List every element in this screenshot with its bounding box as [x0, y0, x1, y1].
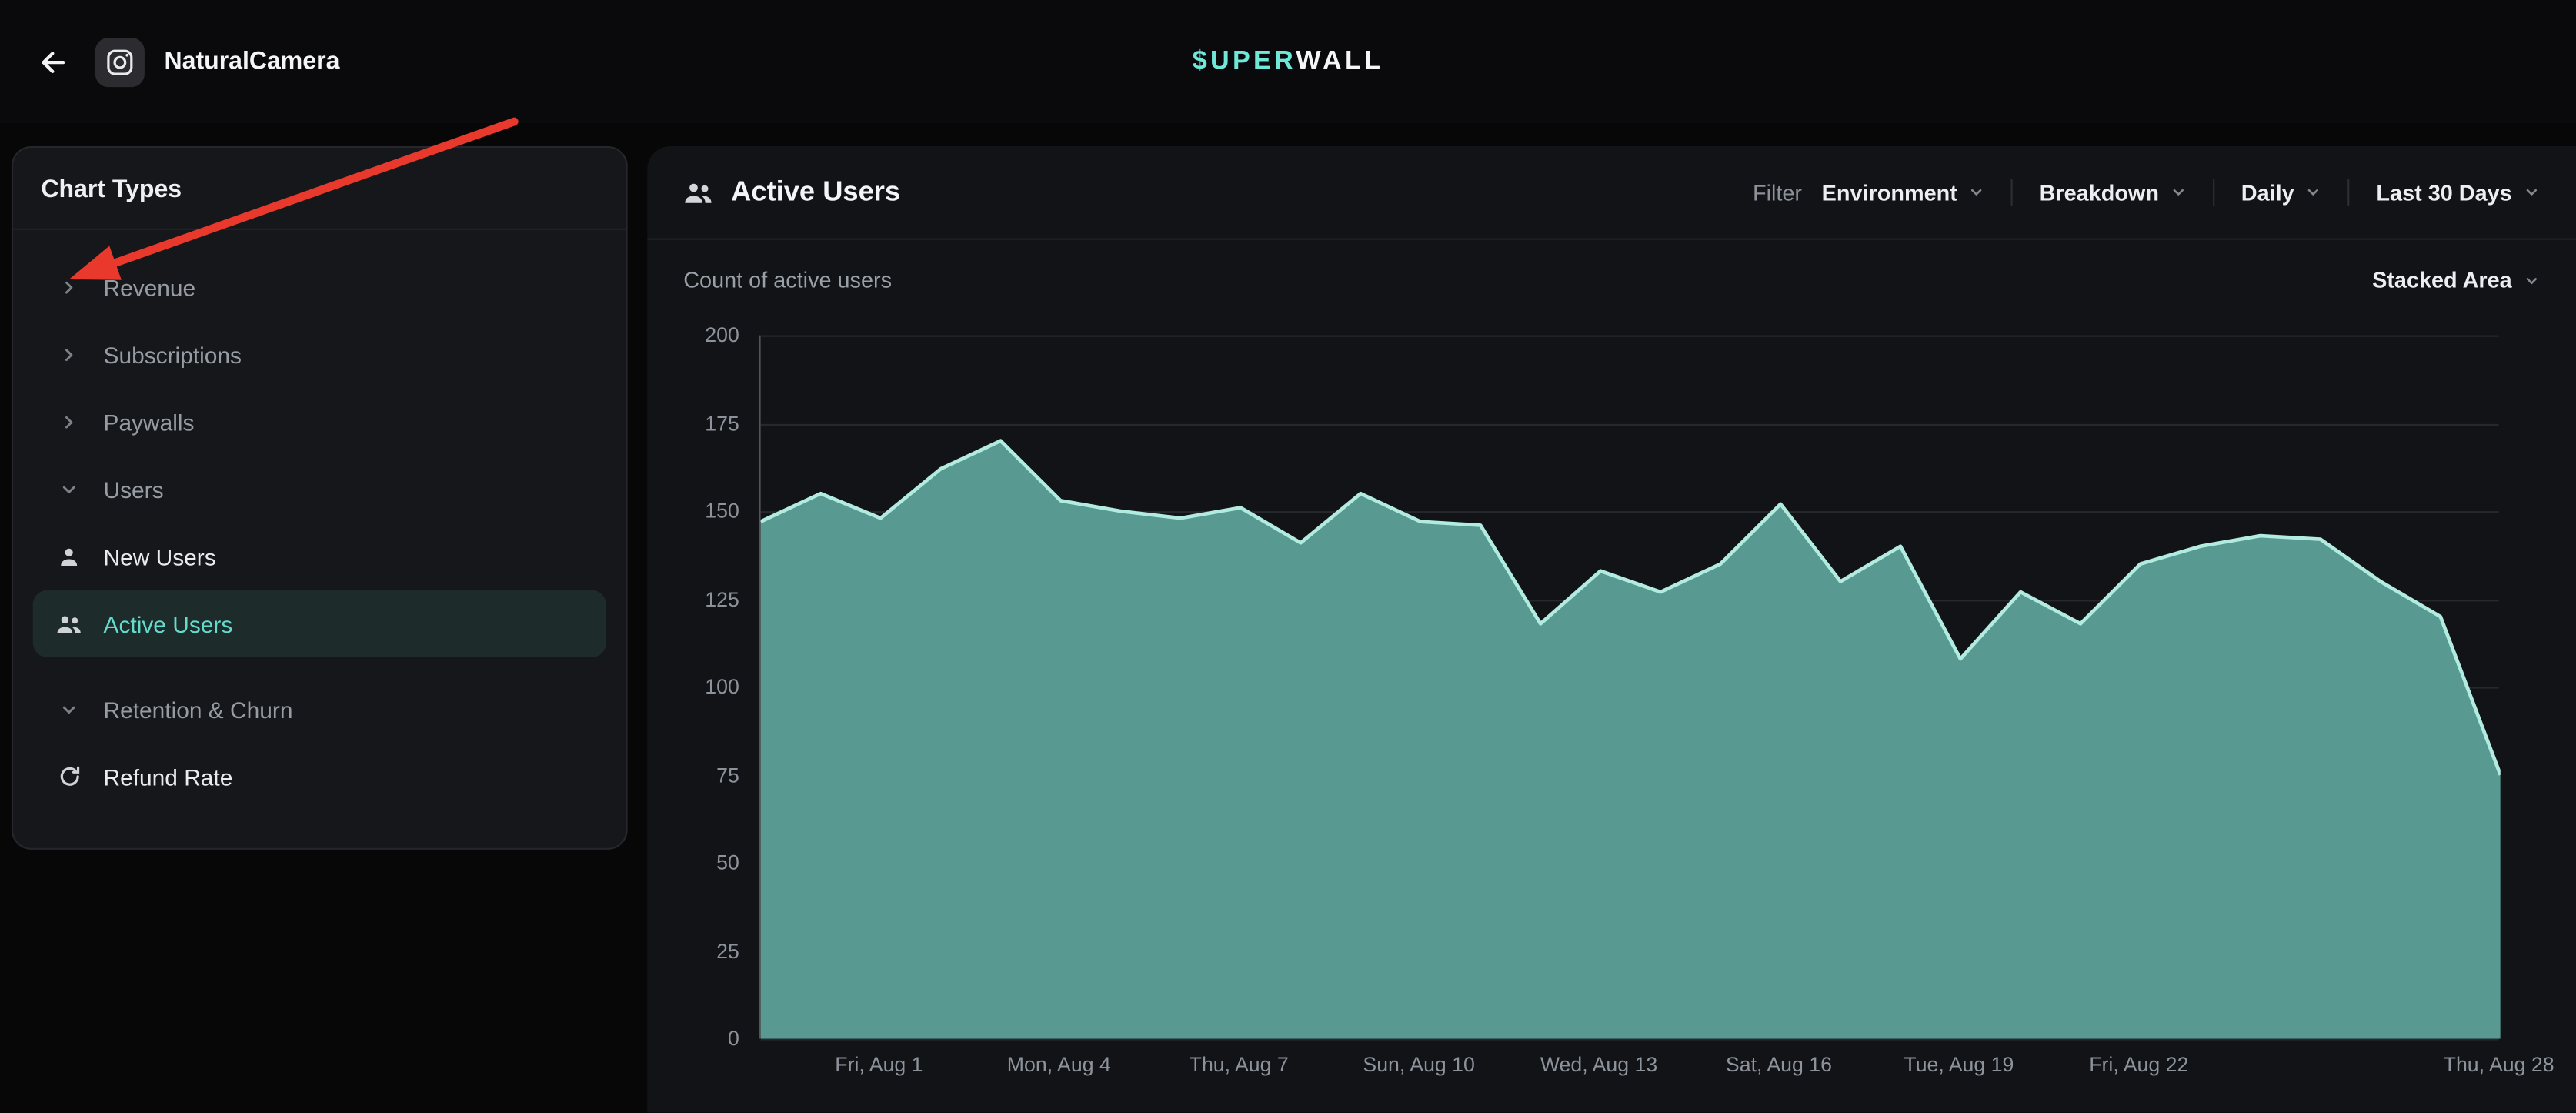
- breakdown-dropdown[interactable]: Breakdown: [2040, 180, 2187, 205]
- divider: [2213, 179, 2214, 206]
- chart-types-title: Chart Types: [13, 148, 626, 230]
- chevron-down-icon: [2171, 184, 2187, 200]
- sidebar-item-label: Paywalls: [104, 409, 195, 435]
- sidebar-item-paywalls[interactable]: Paywalls: [33, 388, 606, 456]
- chevron-right-icon: [56, 274, 82, 300]
- breakdown-value: Breakdown: [2040, 180, 2159, 205]
- chevron-right-icon: [56, 341, 82, 367]
- chevron-down-icon: [1969, 184, 1985, 200]
- main-header: Active Users Filter Environment Breakdow…: [647, 146, 2576, 240]
- app-window: NaturalCamera $UPERWALL Chart Types Reve…: [0, 0, 2576, 1113]
- app-name: NaturalCamera: [165, 48, 340, 75]
- chevron-down-icon: [56, 476, 82, 502]
- x-tick-label: Fri, Aug 22: [2040, 1052, 2237, 1078]
- environment-filter-dropdown[interactable]: Environment: [1822, 180, 1985, 205]
- sidebar-item-label: New Users: [104, 543, 216, 570]
- chevron-right-icon: [56, 409, 82, 435]
- sidebar-item-retention-churn[interactable]: Retention & Churn: [33, 676, 606, 744]
- chevron-down-icon: [56, 696, 82, 722]
- filter-label: Filter: [1753, 180, 1802, 205]
- sidebar-item-subscriptions[interactable]: Subscriptions: [33, 320, 606, 388]
- sidebar-item-active-users[interactable]: Active Users: [33, 590, 606, 658]
- x-tick-label: Sun, Aug 10: [1320, 1052, 1517, 1078]
- person-icon: [56, 543, 82, 570]
- chevron-down-icon: [2306, 184, 2322, 200]
- chart-types-nav: Revenue Subscriptions Paywalls Users New…: [13, 230, 626, 834]
- sidebar-item-label: Revenue: [104, 274, 196, 300]
- sidebar-item-revenue[interactable]: Revenue: [33, 253, 606, 321]
- page-title: Active Users: [731, 175, 900, 209]
- area-fill: [761, 441, 2501, 1039]
- chart-subheader: Count of active users Stacked Area: [647, 240, 2576, 321]
- y-axis: 2001751501251007550250: [647, 336, 739, 1039]
- arrow-left-icon: [36, 45, 69, 79]
- sidebar-item-users[interactable]: Users: [33, 455, 606, 523]
- sidebar-item-label: Retention & Churn: [104, 696, 293, 722]
- sidebar-item-label: Active Users: [104, 610, 233, 637]
- y-tick-label: 200: [647, 322, 739, 348]
- sidebar-item-refund-rate[interactable]: Refund Rate: [33, 743, 606, 811]
- x-tick-label: Fri, Aug 1: [780, 1052, 977, 1078]
- superwall-logo: $UPERWALL: [1193, 47, 1384, 76]
- logo-text-white: WALL: [1296, 47, 1383, 75]
- refresh-icon: [56, 764, 82, 790]
- x-tick-label: Wed, Aug 13: [1500, 1052, 1697, 1078]
- x-axis: Fri, Aug 1Mon, Aug 4Thu, Aug 7Sun, Aug 1…: [759, 1052, 2498, 1085]
- y-tick-label: 0: [647, 1025, 739, 1051]
- divider: [2348, 179, 2350, 206]
- environment-filter-value: Environment: [1822, 180, 1957, 205]
- x-tick-label: Mon, Aug 4: [960, 1052, 1157, 1078]
- y-tick-label: 175: [647, 410, 739, 436]
- divider: [2011, 179, 2013, 206]
- y-tick-label: 150: [647, 498, 739, 524]
- active-users-panel: Active Users Filter Environment Breakdow…: [647, 146, 2576, 1112]
- granularity-value: Daily: [2241, 180, 2294, 205]
- y-tick-label: 100: [647, 673, 739, 700]
- people-icon: [683, 180, 712, 205]
- y-tick-label: 125: [647, 586, 739, 612]
- chart-type-selector[interactable]: Stacked Area: [2372, 268, 2540, 292]
- x-tick-label: Thu, Aug 7: [1140, 1052, 1337, 1078]
- logo-text-teal: $UPER: [1193, 47, 1296, 75]
- y-tick-label: 50: [647, 850, 739, 876]
- topbar: NaturalCamera $UPERWALL: [0, 0, 2576, 123]
- chart-description: Count of active users: [683, 268, 892, 292]
- sidebar-item-label: Users: [104, 476, 164, 502]
- granularity-dropdown[interactable]: Daily: [2241, 180, 2322, 205]
- y-tick-label: 25: [647, 938, 739, 964]
- date-range-dropdown[interactable]: Last 30 Days: [2376, 180, 2540, 205]
- camera-icon: [105, 47, 135, 76]
- active-users-area-series: [761, 336, 2501, 1039]
- chevron-down-icon: [2524, 272, 2540, 288]
- sidebar-item-label: Refund Rate: [104, 764, 233, 790]
- gridline: [761, 1038, 2499, 1040]
- x-tick-label: Sat, Aug 16: [1680, 1052, 1877, 1078]
- sidebar-item-new-users[interactable]: New Users: [33, 523, 606, 590]
- x-tick-label: Thu, Aug 28: [2401, 1052, 2576, 1078]
- people-icon: [56, 610, 82, 637]
- y-tick-label: 75: [647, 762, 739, 788]
- sidebar-item-label: Subscriptions: [104, 341, 242, 367]
- chevron-down-icon: [2524, 184, 2540, 200]
- plot-area: [759, 336, 2498, 1039]
- chart-types-panel: Chart Types Revenue Subscriptions Paywal…: [12, 146, 628, 850]
- back-button[interactable]: [29, 38, 75, 85]
- x-tick-label: Tue, Aug 19: [1860, 1052, 2057, 1078]
- filter-bar: Filter Environment Breakdown Daily: [1753, 179, 2540, 206]
- app-icon: [95, 37, 145, 86]
- date-range-value: Last 30 Days: [2376, 180, 2511, 205]
- chart-type-value: Stacked Area: [2372, 268, 2512, 292]
